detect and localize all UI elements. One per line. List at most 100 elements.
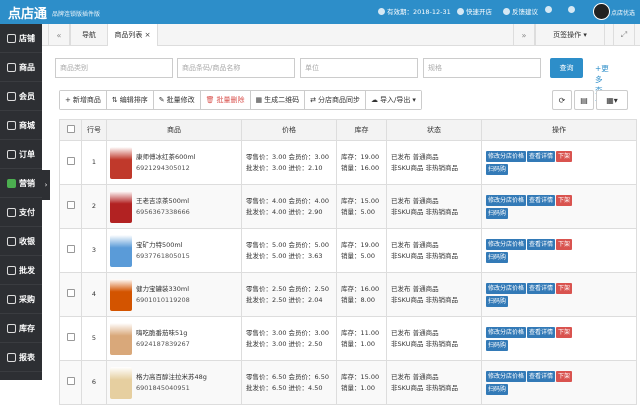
sidebar-item-9[interactable]: 采购	[0, 285, 42, 314]
feedback-link[interactable]: 反馈建议	[503, 6, 538, 16]
product-table: 行号 商品 价格 库存 状态 操作 1 康师傅冰红茶600ml 6921294305…	[59, 119, 637, 405]
product-image[interactable]	[110, 146, 132, 179]
shop-name[interactable]: 点店优选	[611, 8, 635, 17]
tab-scroll-right-icon[interactable]: »	[513, 24, 535, 46]
inventory-icon	[7, 323, 16, 333]
status-cell: 已发布 普通商品 非SKU商品 非热销商品	[386, 228, 482, 273]
sidebar-item-6[interactable]: 支付	[0, 198, 42, 227]
col-header-stock: 库存	[336, 119, 387, 141]
product-code: 6937761805015	[136, 251, 190, 260]
product-code: 6901010119208	[136, 295, 190, 304]
sidebar-item-11[interactable]: 报表	[0, 343, 42, 372]
product-image[interactable]	[110, 366, 132, 399]
batch-delete-button[interactable]: 🗑 批量删除	[200, 91, 251, 109]
avatar[interactable]	[593, 3, 610, 20]
top-bar: 点店通 品牌连锁版插件版 有效期：2018-12-31 快速开店 反馈建议 点店…	[0, 0, 640, 24]
edit-branch-price-button[interactable]: 修改分店价格	[486, 238, 527, 250]
row-checkbox[interactable]	[59, 360, 82, 405]
scan-buy-button[interactable]: 扫码购	[486, 295, 509, 307]
col-header-price: 价格	[241, 119, 337, 141]
view-detail-button[interactable]: 查看详情	[527, 194, 556, 206]
add-product-button[interactable]: + 新增商品	[60, 91, 107, 109]
row-number: 5	[81, 316, 107, 361]
product-cell: 格力高百醇注拉米苏48g 6901845040951	[106, 360, 242, 405]
row-number: 3	[81, 228, 107, 273]
select-all-checkbox[interactable]	[59, 119, 82, 141]
scan-buy-button[interactable]: 扫码购	[486, 163, 509, 175]
view-detail-button[interactable]: 查看详情	[527, 238, 556, 250]
bell-icon[interactable]	[545, 6, 552, 13]
edit-sort-button[interactable]: ⇅ 编辑排序	[106, 91, 154, 109]
sidebar-toggle[interactable]: ›	[42, 170, 50, 200]
sidebar-item-2[interactable]: 会员	[0, 82, 42, 111]
scan-buy-button[interactable]: 扫码购	[486, 251, 509, 263]
generate-qrcode-button[interactable]: ▦ 生成二维码	[250, 91, 306, 109]
fullscreen-icon[interactable]: ⤢	[613, 24, 635, 46]
barcode-input[interactable]: 商品条码/商品名称	[177, 58, 295, 78]
product-image[interactable]	[110, 190, 132, 223]
cashier-icon	[7, 236, 16, 246]
chat-icon[interactable]	[568, 6, 575, 13]
edit-branch-price-button[interactable]: 修改分店价格	[486, 282, 527, 294]
cloud-icon: ☁	[371, 96, 379, 104]
view-detail-button[interactable]: 查看详情	[527, 326, 556, 338]
take-down-button[interactable]: 下架	[556, 194, 573, 206]
expiry-info: 有效期：2018-12-31	[378, 6, 451, 16]
edit-branch-price-button[interactable]: 修改分店价格	[486, 194, 527, 206]
scan-buy-button[interactable]: 扫码购	[486, 383, 509, 395]
scan-buy-button[interactable]: 扫码购	[486, 207, 509, 219]
tab-product-list[interactable]: 商品列表 ×	[108, 24, 158, 46]
product-code: 6956367338666	[136, 207, 190, 216]
product-image[interactable]	[110, 278, 132, 311]
price-cell: 零售价：4.00 会员价：4.00 批发价：4.00 进价：2.90	[241, 184, 337, 229]
sidebar-item-7[interactable]: 收银	[0, 227, 42, 256]
search-button[interactable]: 查询	[550, 58, 583, 78]
mall-icon	[7, 120, 16, 130]
tab-scroll-left-icon[interactable]: «	[48, 24, 70, 46]
edit-branch-price-button[interactable]: 修改分店价格	[486, 326, 527, 338]
row-checkbox[interactable]	[59, 272, 82, 317]
sidebar-item-3[interactable]: 商城	[0, 111, 42, 140]
sidebar-item-8[interactable]: 批发	[0, 256, 42, 285]
row-checkbox[interactable]	[59, 316, 82, 361]
branch-sync-button[interactable]: ⇄ 分店商品同步	[305, 91, 367, 109]
purchase-icon	[7, 294, 16, 304]
tab-nav[interactable]: 导航	[70, 24, 108, 46]
close-icon[interactable]: ×	[145, 31, 151, 39]
row-checkbox[interactable]	[59, 140, 82, 185]
scan-buy-button[interactable]: 扫码购	[486, 339, 509, 351]
member-icon	[7, 91, 16, 101]
category-input[interactable]: 商品类别	[55, 58, 173, 78]
take-down-button[interactable]: 下架	[556, 326, 573, 338]
product-image[interactable]	[110, 322, 132, 355]
take-down-button[interactable]: 下架	[556, 282, 573, 294]
stock-cell: 库存：15.00 销量：5.00	[336, 184, 387, 229]
ops-cell: 修改分店价格 查看详情 下架扫码购	[481, 228, 637, 273]
quick-open-link[interactable]: 快速开店	[457, 6, 492, 16]
row-checkbox[interactable]	[59, 184, 82, 229]
sidebar-item-4[interactable]: 订单	[0, 140, 42, 169]
table-view-icon[interactable]: ▤	[574, 90, 594, 110]
edit-branch-price-button[interactable]: 修改分店价格	[486, 150, 527, 162]
sidebar-item-10[interactable]: 库存	[0, 314, 42, 343]
import-export-dropdown[interactable]: ☁ 导入/导出 ▾	[366, 91, 421, 109]
row-checkbox[interactable]	[59, 228, 82, 273]
refresh-icon[interactable]: ⟳	[552, 90, 572, 110]
view-detail-button[interactable]: 查看详情	[527, 150, 556, 162]
price-cell: 零售价：2.50 会员价：2.50 批发价：2.50 进价：2.04	[241, 272, 337, 317]
take-down-button[interactable]: 下架	[556, 238, 573, 250]
sidebar-item-5[interactable]: 营销	[0, 169, 42, 198]
product-name: 宝矿力特500ml	[136, 241, 183, 250]
sidebar-item-1[interactable]: 商品	[0, 53, 42, 82]
view-detail-button[interactable]: 查看详情	[527, 282, 556, 294]
columns-dropdown-icon[interactable]: ▦▾	[596, 90, 628, 110]
product-image[interactable]	[110, 234, 132, 267]
product-cell: 健力宝罐装330ml 6901010119208	[106, 272, 242, 317]
batch-edit-button[interactable]: ✎ 批量修改	[153, 91, 201, 109]
sidebar-item-0[interactable]: 店铺	[0, 24, 42, 53]
product-code: 6924187839267	[136, 339, 190, 348]
unit-input[interactable]: 单位	[300, 58, 418, 78]
spec-input[interactable]: 规格	[423, 58, 541, 78]
take-down-button[interactable]: 下架	[556, 150, 573, 162]
page-ops-dropdown[interactable]: 页签操作 ▾	[535, 24, 605, 46]
